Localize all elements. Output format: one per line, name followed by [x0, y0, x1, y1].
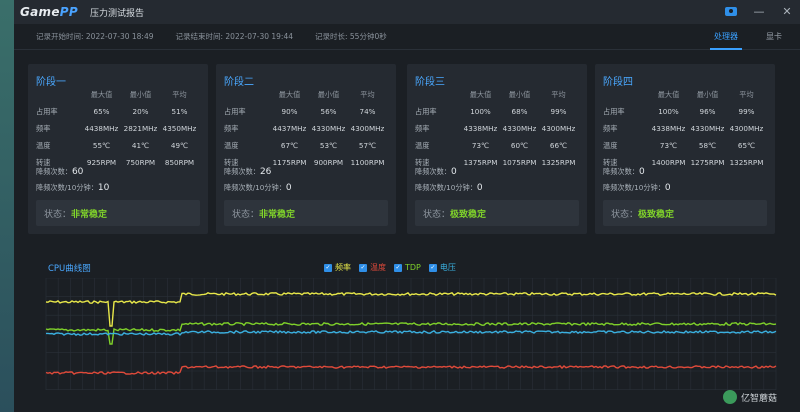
record-duration: 记录时长: 55分钟0秒 — [315, 32, 387, 41]
throttle-count: 降频次数：60 — [36, 167, 84, 177]
status-value: 极致稳定 — [638, 209, 675, 220]
titlebar: GamePP 压力测试报告 — ✕ — [14, 0, 800, 24]
status-box: 状态： 非常稳定 — [224, 200, 388, 226]
record-start-time: 记录开始时间: 2022-07-30 18:49 — [36, 32, 154, 41]
throttle-count: 降频次数：26 — [224, 167, 272, 177]
chart-legend: ✓ 频率 ✓ 温度 ✓ TDP ✓ 电压 — [324, 262, 456, 273]
status-value: 极致稳定 — [450, 209, 487, 220]
legend-voltage[interactable]: ✓ 电压 — [428, 262, 456, 273]
legend-label: 温度 — [370, 263, 386, 272]
legend-temp[interactable]: ✓ 温度 — [359, 262, 386, 273]
close-icon[interactable]: ✕ — [780, 4, 794, 18]
window-title: 压力测试报告 — [90, 8, 145, 19]
cpu-chart: CPU曲线图 ✓ 频率 ✓ 温度 ✓ TDP ✓ 电压 亿智蘑菇 — [30, 258, 785, 408]
watermark: 亿智蘑菇 — [722, 390, 777, 404]
usage-row: 占用率 100% 96% 99% — [603, 106, 755, 117]
tab-gpu[interactable]: 显卡 — [762, 24, 786, 50]
stage-stats: 最大值 最小值 平均 占用率 100% 96% 99% 频率 4338MHz 4… — [603, 86, 767, 171]
watermark-logo-icon — [722, 390, 737, 404]
frequency-row: 频率 4438MHz 2821MHz 4350MHz — [36, 123, 197, 134]
column-headers: 最大值 最小值 平均 — [90, 89, 187, 99]
gamepp-logo: GamePP — [20, 5, 78, 19]
frequency-row: 频率 4338MHz 4330MHz 4300MHz — [603, 123, 764, 134]
throttle-count: 降频次数：0 — [603, 167, 645, 177]
stage-panel: 阶段一 最大值 最小值 平均 占用率 65% 20% 51% 频率 4438MH… — [28, 64, 208, 234]
frequency-row: 频率 4338MHz 4330MHz 4300MHz — [415, 123, 576, 134]
column-headers: 最大值 最小值 平均 — [469, 89, 566, 99]
tab-cpu[interactable]: 处理器 — [710, 24, 742, 50]
temperature-row: 温度 55℃ 41℃ 49℃ — [36, 140, 189, 151]
legend-label: 电压 — [439, 263, 456, 272]
stress-test-report-window: GamePP 压力测试报告 — ✕ 记录开始时间: 2022-07-30 18:… — [14, 0, 800, 412]
usage-row: 占用率 65% 20% 51% — [36, 106, 188, 117]
chart-plot — [45, 278, 777, 390]
status-box: 状态： 非常稳定 — [36, 200, 200, 226]
column-headers: 最大值 最小值 平均 — [657, 89, 754, 99]
usage-row: 占用率 90% 56% 74% — [224, 106, 376, 117]
camera-icon[interactable] — [724, 4, 738, 18]
legend-label: TDP — [405, 263, 421, 272]
checkbox-icon[interactable]: ✓ — [324, 263, 332, 272]
frequency-row: 频率 4437MHz 4330MHz 4300MHz — [224, 123, 385, 134]
throttle-per-10min: 降频次数/10分钟：10 — [36, 183, 110, 193]
checkbox-icon[interactable]: ✓ — [359, 263, 367, 272]
record-end-time: 记录结束时间: 2022-07-30 19:44 — [175, 32, 294, 41]
temperature-row: 温度 73℃ 58℃ 65℃ — [603, 140, 756, 151]
throttle-per-10min: 降频次数/10分钟：0 — [415, 183, 483, 193]
stage-panel: 阶段四 最大值 最小值 平均 占用率 100% 96% 99% 频率 4338M… — [595, 64, 775, 234]
stage-stats: 最大值 最小值 平均 占用率 100% 68% 99% 频率 4338MHz 4… — [415, 86, 579, 171]
column-headers: 最大值 最小值 平均 — [278, 89, 375, 99]
checkbox-icon[interactable]: ✓ — [394, 263, 402, 272]
record-info-bar: 记录开始时间: 2022-07-30 18:49 记录结束时间: 2022-07… — [14, 24, 800, 50]
stage-panel: 阶段二 最大值 最小值 平均 占用率 90% 56% 74% 频率 4437MH… — [216, 64, 396, 234]
status-box: 状态： 极致稳定 — [603, 200, 767, 226]
status-value: 非常稳定 — [71, 209, 108, 220]
throttle-per-10min: 降频次数/10分钟：0 — [603, 183, 671, 193]
legend-freq[interactable]: ✓ 频率 — [324, 262, 351, 273]
stage-panel: 阶段三 最大值 最小值 平均 占用率 100% 68% 99% 频率 4338M… — [407, 64, 587, 234]
temperature-row: 温度 67℃ 53℃ 57℃ — [224, 140, 377, 151]
usage-row: 占用率 100% 68% 99% — [415, 106, 567, 117]
stage-stats: 最大值 最小值 平均 占用率 65% 20% 51% 频率 4438MHz 28… — [36, 86, 200, 171]
stage-stats: 最大值 最小值 平均 占用率 90% 56% 74% 频率 4437MHz 43… — [224, 86, 388, 171]
throttle-per-10min: 降频次数/10分钟：0 — [224, 183, 292, 193]
throttle-count: 降频次数：0 — [415, 167, 457, 177]
status-box: 状态： 极致稳定 — [415, 200, 579, 226]
checkbox-icon[interactable]: ✓ — [428, 263, 437, 272]
legend-tdp[interactable]: ✓ TDP — [394, 262, 421, 273]
minimize-icon[interactable]: — — [752, 4, 766, 18]
device-tabs: 处理器 显卡 — [710, 24, 786, 50]
legend-label: 频率 — [335, 263, 351, 272]
temperature-row: 温度 73℃ 60℃ 66℃ — [415, 140, 568, 151]
chart-title: CPU曲线图 — [48, 264, 91, 274]
status-value: 非常稳定 — [259, 209, 296, 220]
